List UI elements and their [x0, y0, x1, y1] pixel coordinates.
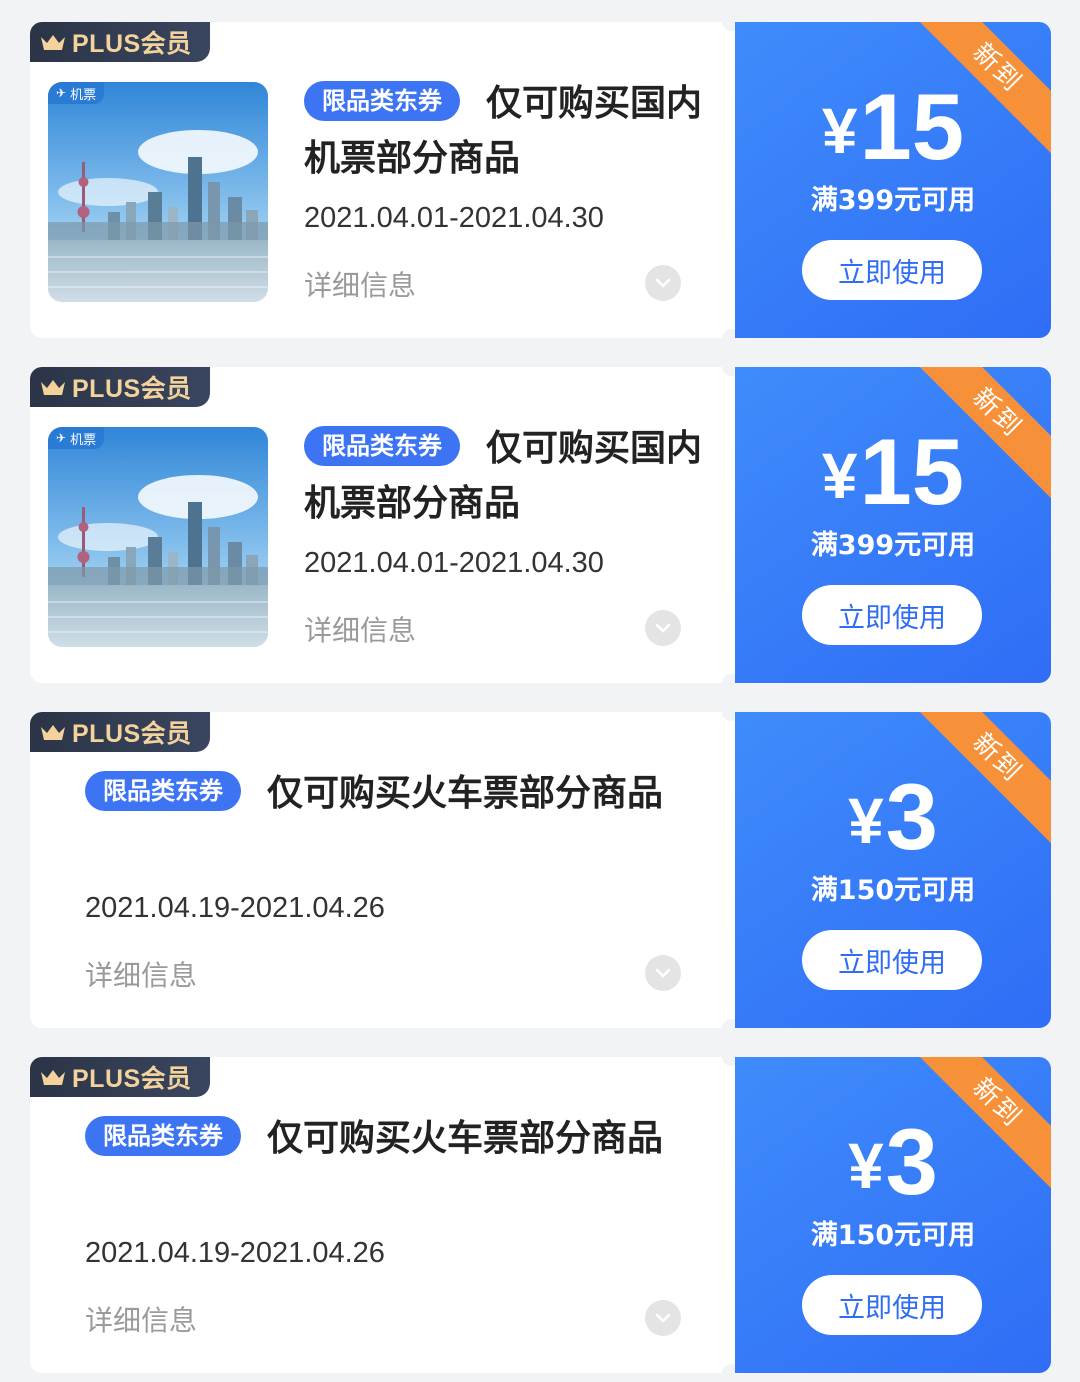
detail-info-link[interactable]: 详细信息 [85, 1299, 197, 1339]
thumb-tag: ✈ 机票 [48, 82, 105, 104]
chevron-down-icon [655, 1313, 671, 1323]
flight-thumbnail: ✈ 机票 [48, 427, 268, 647]
plus-member-badge: PLUS会员 [30, 22, 210, 62]
coupon-price: ¥15 [735, 425, 1051, 519]
coupon-value-panel: 新到 ¥15 满399元可用 立即使用 [735, 367, 1051, 683]
usage-condition: 满150元可用 [810, 1220, 976, 1251]
coupon-price: ¥3 [735, 1115, 1051, 1209]
category-tag: 限品类东券 [85, 1116, 241, 1156]
coupon-card[interactable]: PLUS会员 ✈ 机票 限品类东券 仅可购买国内机票部分商品 2021.04.0… [30, 13, 1051, 347]
category-tag: 限品类东券 [304, 81, 460, 121]
detail-info-link[interactable]: 详细信息 [304, 264, 416, 304]
coupon-info-panel: PLUS会员 限品类东券 仅可购买火车票部分商品 2021.04.19-2021.… [30, 1057, 726, 1373]
crown-icon [41, 1070, 65, 1085]
plus-badge-label: PLUS会员 [72, 720, 192, 748]
validity-date: 2021.04.01-2021.04.30 [304, 547, 604, 579]
currency-symbol: ¥ [821, 95, 858, 167]
use-now-button[interactable]: 立即使用 [802, 1275, 982, 1335]
coupon-card[interactable]: PLUS会员 限品类东券 仅可购买火车票部分商品 2021.04.19-2021.… [30, 1048, 1051, 1382]
coupon-amount: 3 [885, 764, 938, 869]
city-skyline-image [48, 427, 268, 647]
plus-badge-label: PLUS会员 [72, 375, 192, 403]
coupon-value-panel: 新到 ¥3 满150元可用 立即使用 [735, 1057, 1051, 1373]
validity-date: 2021.04.01-2021.04.30 [304, 202, 604, 234]
coupon-title: 限品类东券 仅可购买国内机票部分商品 [304, 421, 704, 531]
category-tag: 限品类东券 [304, 426, 460, 466]
currency-symbol: ¥ [848, 785, 884, 857]
thumb-tag-label: 机票 [70, 431, 97, 447]
currency-symbol: ¥ [821, 440, 858, 512]
usage-condition: 满399元可用 [810, 185, 976, 216]
usage-condition: 满399元可用 [810, 530, 976, 561]
currency-symbol: ¥ [848, 1130, 884, 1202]
coupon-title: 限品类东券 仅可购买火车票部分商品 [85, 766, 685, 821]
chevron-down-icon [655, 278, 671, 288]
crown-icon [41, 380, 65, 395]
coupon-amount: 15 [859, 74, 965, 179]
coupon-value-panel: 新到 ¥3 满150元可用 立即使用 [735, 712, 1051, 1028]
flight-thumbnail: ✈ 机票 [48, 82, 268, 302]
plus-badge-label: PLUS会员 [72, 30, 192, 58]
chevron-down-icon [655, 623, 671, 633]
coupon-card[interactable]: PLUS会员 ✈ 机票 限品类东券 仅可购买国内机票部分商品 2021.04.0… [30, 358, 1051, 692]
use-now-button[interactable]: 立即使用 [802, 930, 982, 990]
use-now-button[interactable]: 立即使用 [802, 240, 982, 300]
ticket-notch [722, 703, 740, 1037]
airplane-icon: ✈ [56, 431, 67, 445]
category-tag: 限品类东券 [85, 771, 241, 811]
detail-info-link[interactable]: 详细信息 [304, 609, 416, 649]
coupon-info-panel: PLUS会员 ✈ 机票 限品类东券 仅可购买国内机票部分商品 2021.04.0… [30, 22, 726, 338]
use-now-button[interactable]: 立即使用 [802, 585, 982, 645]
plus-member-badge: PLUS会员 [30, 712, 210, 752]
ticket-notch [722, 13, 740, 347]
coupon-price: ¥3 [735, 770, 1051, 864]
validity-date: 2021.04.19-2021.04.26 [85, 1237, 385, 1269]
expand-button[interactable] [645, 265, 681, 301]
chevron-down-icon [655, 968, 671, 978]
thumb-tag-label: 机票 [70, 86, 97, 102]
coupon-amount: 3 [885, 1109, 938, 1214]
coupon-info-panel: PLUS会员 限品类东券 仅可购买火车票部分商品 2021.04.19-2021.… [30, 712, 726, 1028]
expand-button[interactable] [645, 955, 681, 991]
coupon-title-text: 仅可购买火车票部分商品 [267, 1118, 664, 1159]
ticket-notch [722, 1048, 740, 1382]
coupon-title: 限品类东券 仅可购买火车票部分商品 [85, 1111, 685, 1166]
plus-member-badge: PLUS会员 [30, 1057, 210, 1097]
plus-member-badge: PLUS会员 [30, 367, 210, 407]
coupon-title: 限品类东券 仅可购买国内机票部分商品 [304, 76, 704, 186]
expand-button[interactable] [645, 1300, 681, 1336]
coupon-card[interactable]: PLUS会员 限品类东券 仅可购买火车票部分商品 2021.04.19-2021.… [30, 703, 1051, 1037]
thumb-tag: ✈ 机票 [48, 427, 105, 449]
coupon-info-panel: PLUS会员 ✈ 机票 限品类东券 仅可购买国内机票部分商品 2021.04.0… [30, 367, 726, 683]
coupon-value-panel: 新到 ¥15 满399元可用 立即使用 [735, 22, 1051, 338]
coupon-price: ¥15 [735, 80, 1051, 174]
usage-condition: 满150元可用 [810, 875, 976, 906]
city-skyline-image [48, 82, 268, 302]
crown-icon [41, 725, 65, 740]
validity-date: 2021.04.19-2021.04.26 [85, 892, 385, 924]
expand-button[interactable] [645, 610, 681, 646]
coupon-amount: 15 [859, 419, 965, 524]
crown-icon [41, 35, 65, 50]
coupon-list: PLUS会员 ✈ 机票 限品类东券 仅可购买国内机票部分商品 2021.04.0… [0, 0, 1080, 1382]
ticket-notch [722, 358, 740, 692]
plus-badge-label: PLUS会员 [72, 1065, 192, 1093]
airplane-icon: ✈ [56, 86, 67, 100]
detail-info-link[interactable]: 详细信息 [85, 954, 197, 994]
coupon-title-text: 仅可购买火车票部分商品 [267, 773, 664, 814]
